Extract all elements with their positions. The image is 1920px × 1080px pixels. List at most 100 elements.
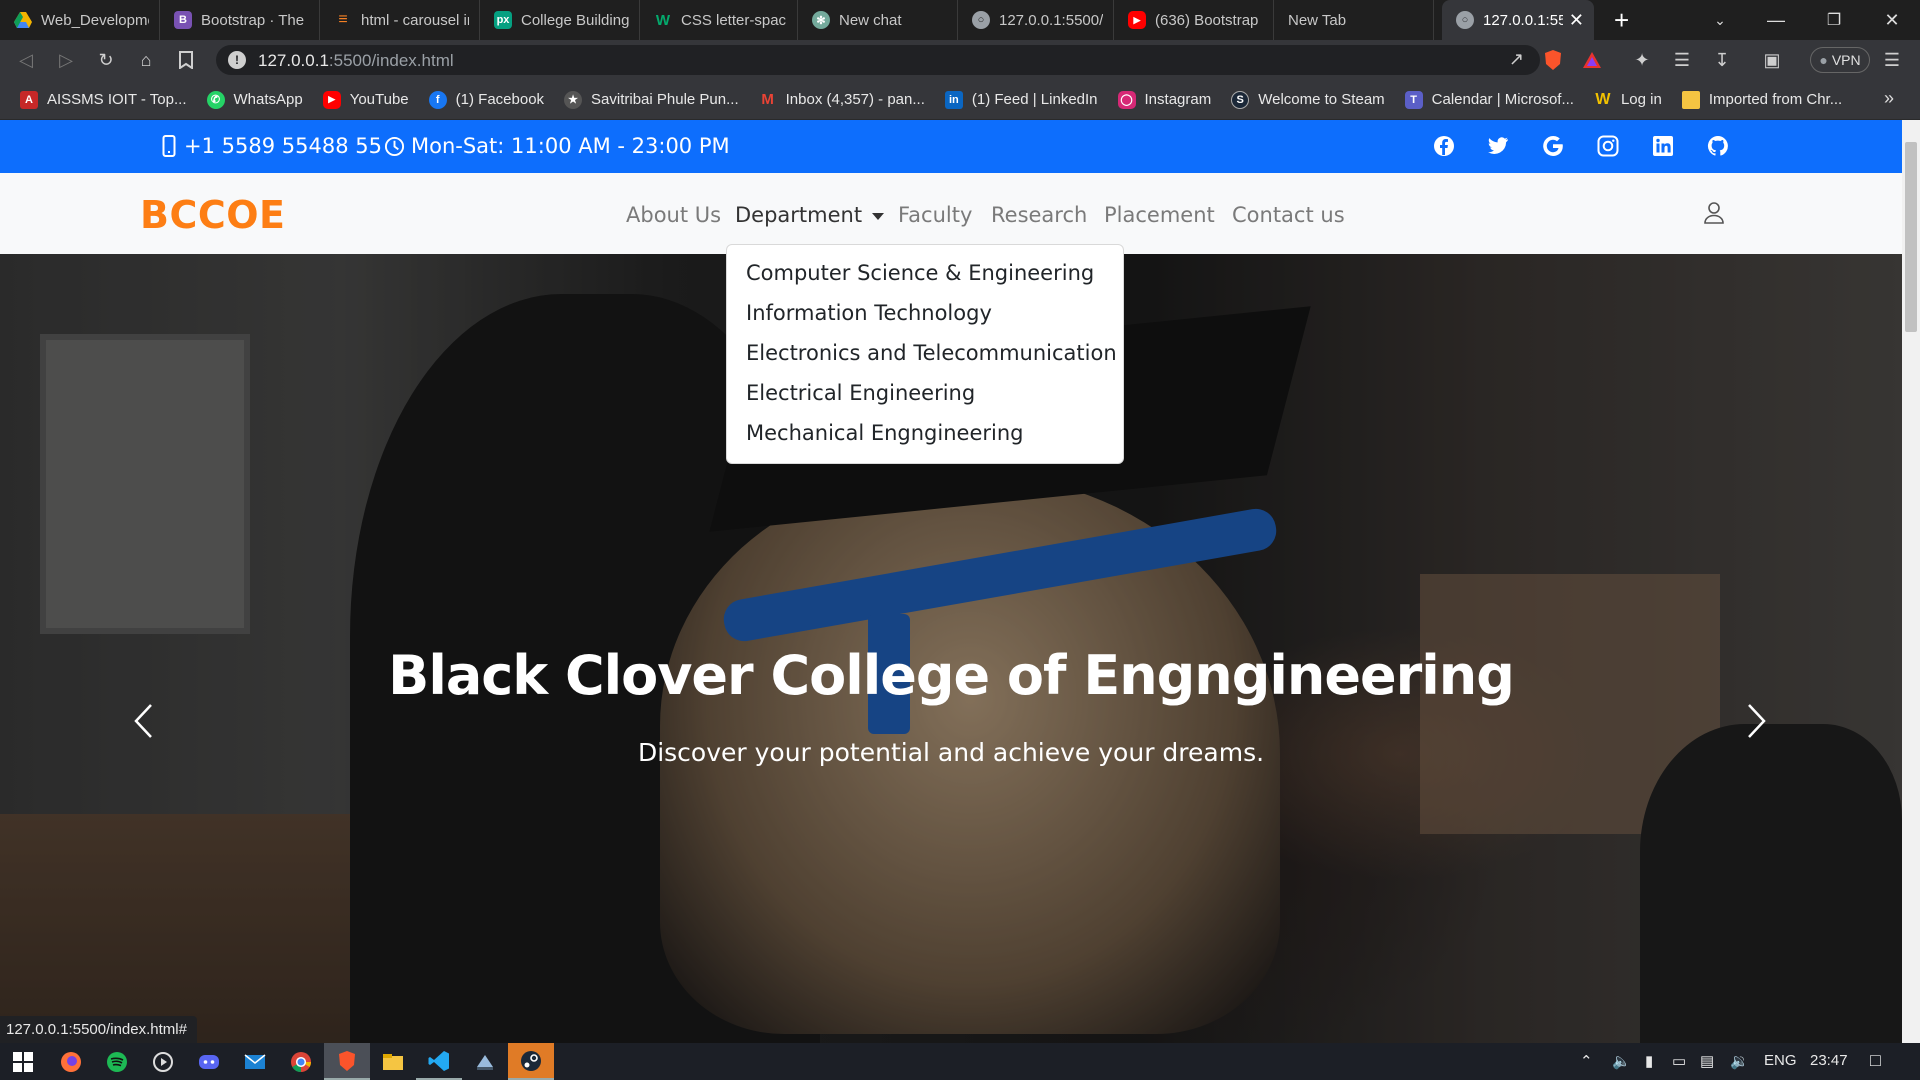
github-icon[interactable] — [1705, 133, 1731, 159]
forward-icon[interactable]: ▷ — [54, 48, 78, 72]
spotify-icon[interactable] — [94, 1043, 140, 1080]
carousel-prev-icon[interactable] — [123, 691, 163, 751]
bookmark-steam[interactable]: S Welcome to Steam — [1231, 90, 1385, 109]
bookmark-linkedin[interactable]: in (1) Feed | LinkedIn — [944, 90, 1098, 109]
brand-logo[interactable]: BCCOE — [140, 193, 286, 237]
bookmark-facebook[interactable]: f (1) Facebook — [428, 90, 544, 109]
bookmark-youtube[interactable]: ▶ YouTube — [322, 90, 409, 109]
bookmark-icon[interactable] — [174, 48, 198, 72]
dropdown-item-it[interactable]: Information Technology — [727, 293, 1123, 333]
bookmark-whatsapp[interactable]: ✆ WhatsApp — [206, 90, 303, 109]
vscode-icon[interactable] — [416, 1043, 462, 1080]
tab-7[interactable]: ○ 127.0.0.1:5500/in — [958, 0, 1114, 40]
volume-icon[interactable]: 🔉 — [1730, 1052, 1749, 1070]
minimize-icon[interactable]: — — [1748, 0, 1804, 40]
battery-icon[interactable]: ▭ — [1672, 1052, 1686, 1070]
close-tab-icon[interactable]: ✕ — [1569, 10, 1584, 31]
install-icon[interactable] — [462, 1043, 508, 1080]
dropdown-item-mechanical[interactable]: Mechanical Engngineering — [727, 413, 1123, 453]
google-icon[interactable] — [1540, 133, 1566, 159]
network-icon[interactable]: ▤ — [1700, 1052, 1714, 1070]
nav-contact-us[interactable]: Contact us — [1232, 203, 1345, 227]
dropdown-item-cse[interactable]: Computer Science & Engineering — [727, 253, 1123, 293]
tab-1[interactable]: Web_Developme — [0, 0, 160, 40]
tab-5[interactable]: W CSS letter-spacin — [640, 0, 798, 40]
twitter-icon[interactable] — [1485, 133, 1511, 159]
share-icon[interactable]: ↗ — [1509, 49, 1524, 70]
w3schools-icon: W — [655, 11, 671, 29]
language-indicator[interactable]: ENG — [1764, 1052, 1797, 1069]
tab-search-icon[interactable]: ⌄ — [1692, 0, 1748, 40]
reload-icon[interactable]: ↻ — [94, 48, 118, 72]
more-bookmarks-icon[interactable]: » — [1884, 88, 1894, 109]
bookmark-label: Savitribai Phule Pun... — [591, 91, 739, 108]
bookmark-imported[interactable]: Imported from Chr... — [1681, 90, 1842, 109]
tab-6[interactable]: ✻ New chat — [798, 0, 958, 40]
restore-icon[interactable]: ❐ — [1806, 0, 1862, 40]
clock-time[interactable]: 23:47 — [1810, 1052, 1848, 1069]
close-window-icon[interactable]: ✕ — [1864, 0, 1920, 40]
windows-start-icon[interactable] — [0, 1043, 46, 1080]
tab-4[interactable]: px College Building — [480, 0, 640, 40]
firefox-icon[interactable] — [48, 1043, 94, 1080]
dropdown-item-electrical[interactable]: Electrical Engineering — [727, 373, 1123, 413]
back-icon[interactable]: ◁ — [14, 48, 38, 72]
new-tab-icon[interactable]: + — [1614, 5, 1629, 36]
carousel-next-icon[interactable] — [1737, 691, 1777, 751]
bookmark-calendar[interactable]: T Calendar | Microsof... — [1404, 90, 1574, 109]
user-icon[interactable] — [1703, 201, 1725, 225]
bookmark-label: WhatsApp — [233, 91, 303, 108]
facebook-icon[interactable] — [1431, 133, 1457, 159]
address-bar[interactable]: ! 127.0.0.1:5500/index.html ↗ — [216, 45, 1540, 75]
opening-hours: Mon-Sat: 11:00 AM - 23:00 PM — [411, 134, 730, 158]
tab-3[interactable]: ≡ html - carousel in — [320, 0, 480, 40]
site-info-icon[interactable]: ! — [228, 51, 246, 69]
nav-department-label: Department — [735, 203, 863, 227]
scrollbar-thumb[interactable] — [1905, 142, 1917, 332]
page-scrollbar[interactable] — [1902, 120, 1920, 1043]
nav-placement[interactable]: Placement — [1104, 203, 1215, 227]
nav-about-us[interactable]: About Us — [626, 203, 721, 227]
dropdown-item-entc[interactable]: Electronics and Telecommunication — [727, 333, 1123, 373]
playlist-icon[interactable]: ☰ — [1670, 48, 1694, 72]
tab-2[interactable]: B Bootstrap · The m — [160, 0, 320, 40]
home-icon[interactable]: ⌂ — [134, 48, 158, 72]
bookmark-aissms[interactable]: A AISSMS IOIT - Top... — [20, 90, 187, 109]
media-player-icon[interactable] — [140, 1043, 186, 1080]
tab-9[interactable]: New Tab — [1274, 0, 1434, 40]
bookmark-label: YouTube — [349, 91, 409, 108]
chrome-icon[interactable] — [278, 1043, 324, 1080]
tab-8[interactable]: ▶ (636) Bootstrap 5 — [1114, 0, 1274, 40]
bookmark-gmail[interactable]: M Inbox (4,357) - pan... — [759, 91, 925, 109]
discord-icon[interactable] — [186, 1043, 232, 1080]
web-page: +1 5589 55488 55 Mon-Sat: 11:00 AM - 23:… — [0, 120, 1902, 1043]
menu-icon[interactable]: ☰ — [1880, 48, 1904, 72]
file-explorer-icon[interactable] — [370, 1043, 416, 1080]
mail-icon[interactable] — [232, 1043, 278, 1080]
bookmark-instagram[interactable]: ◯ Instagram — [1117, 90, 1211, 109]
brave-rewards-icon[interactable] — [1580, 48, 1604, 72]
browser-toolbar: ◁ ▷ ↻ ⌂ ! 127.0.0.1:5500/index.html ↗ ✦ … — [0, 40, 1920, 80]
nav-department[interactable]: Department — [735, 203, 885, 227]
bookmark-sppu[interactable]: ★ Savitribai Phule Pun... — [564, 90, 739, 109]
bookmark-login[interactable]: W Log in — [1594, 91, 1661, 109]
tray-overflow-icon[interactable]: ⌃ — [1580, 1052, 1593, 1070]
steam-taskbar-icon[interactable] — [508, 1043, 554, 1080]
wallet-icon[interactable]: ▣ — [1760, 48, 1784, 72]
microphone-icon[interactable]: ▮ — [1645, 1052, 1653, 1070]
tab-5-label: CSS letter-spacin — [681, 11, 787, 29]
nav-faculty[interactable]: Faculty — [898, 203, 972, 227]
tab-6-label: New chat — [839, 11, 902, 29]
pexels-icon: px — [494, 11, 512, 29]
instagram-icon[interactable] — [1595, 133, 1621, 159]
speaker-icon[interactable]: 🔈 — [1612, 1052, 1631, 1070]
tab-active[interactable]: ○ 127.0.0.1:5500 ✕ — [1442, 0, 1594, 40]
brave-taskbar-icon[interactable] — [324, 1043, 370, 1080]
linkedin-icon[interactable] — [1650, 133, 1676, 159]
download-icon[interactable]: ↧ — [1710, 48, 1734, 72]
brave-shields-icon[interactable] — [1540, 48, 1566, 72]
vpn-button[interactable]: ● VPN — [1810, 47, 1870, 73]
extensions-icon[interactable]: ✦ — [1630, 48, 1654, 72]
nav-research[interactable]: Research — [991, 203, 1087, 227]
notification-icon[interactable]: □ — [1870, 1050, 1881, 1071]
